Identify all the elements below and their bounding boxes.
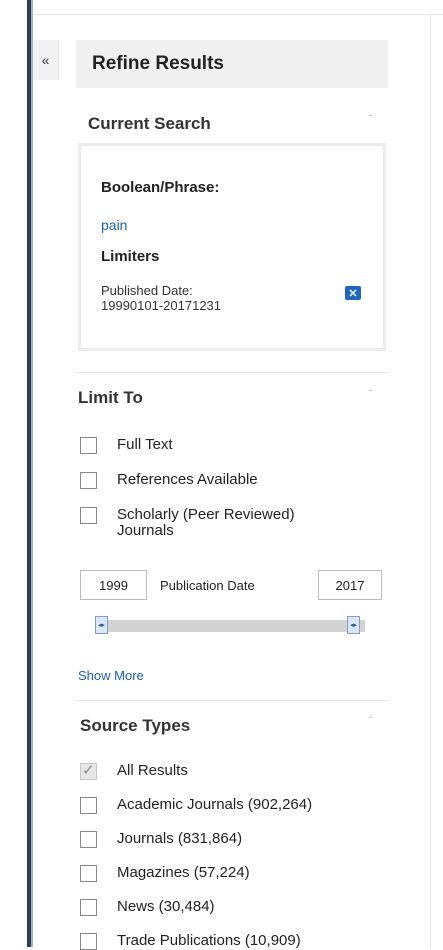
limit-references-available[interactable]: References Available bbox=[80, 472, 258, 489]
checkbox-label: All Results bbox=[117, 762, 188, 779]
top-divider bbox=[33, 14, 443, 15]
limit-to-title[interactable]: Limit To bbox=[78, 388, 143, 408]
checkbox[interactable] bbox=[80, 831, 97, 848]
limiter-published-date: Published Date: 19990101-20171231 bbox=[101, 283, 301, 313]
slider-handle-start[interactable]: ◂▸ bbox=[95, 616, 108, 634]
checkmark-icon: ✓ bbox=[82, 762, 95, 779]
checkbox-label-line2: Journals bbox=[117, 522, 174, 539]
source-type-all-results[interactable]: ✓ All Results bbox=[80, 762, 188, 780]
checkbox[interactable] bbox=[80, 472, 97, 489]
limiters-label: Limiters bbox=[101, 248, 160, 265]
show-more-link[interactable]: Show More bbox=[78, 668, 144, 683]
source-type-academic-journals[interactable]: Academic Journals (902,264) bbox=[80, 797, 312, 814]
checkbox-label: News (30,484) bbox=[117, 898, 215, 915]
checkbox[interactable] bbox=[80, 507, 97, 524]
checkbox-label: References Available bbox=[117, 471, 258, 488]
limit-full-text[interactable]: Full Text bbox=[80, 437, 173, 454]
chevron-down-icon[interactable]: ˇ bbox=[369, 716, 372, 727]
publication-date-to-input[interactable]: 2017 bbox=[318, 570, 382, 600]
double-chevron-left-icon: « bbox=[41, 52, 50, 68]
refine-results-header: Refine Results bbox=[76, 40, 388, 88]
checkbox[interactable] bbox=[80, 437, 97, 454]
date-range-slider-track[interactable] bbox=[97, 620, 365, 632]
source-type-trade-publications[interactable]: Trade Publications (10,909) bbox=[80, 933, 301, 950]
checkbox[interactable] bbox=[80, 865, 97, 882]
section-divider bbox=[76, 700, 388, 701]
limit-scholarly-journals[interactable]: Scholarly (Peer Reviewed) Journals bbox=[80, 507, 295, 539]
left-panel-border-highlight bbox=[31, 0, 33, 947]
publication-date-label: Publication Date bbox=[160, 578, 255, 593]
limiter-name: Published Date: bbox=[101, 283, 193, 298]
left-margin bbox=[0, 0, 27, 947]
remove-limiter-close-icon[interactable]: ✕ bbox=[345, 286, 361, 300]
current-search-panel: Boolean/Phrase: pain Limiters Published … bbox=[78, 143, 386, 351]
checkbox-label: Scholarly (Peer Reviewed) Journals bbox=[117, 507, 295, 539]
current-search-title[interactable]: Current Search bbox=[88, 114, 211, 134]
checkbox-label: Magazines (57,224) bbox=[117, 864, 250, 881]
slider-handle-end[interactable]: ◂▸ bbox=[347, 616, 360, 634]
date-to-value: 2017 bbox=[335, 577, 365, 593]
boolean-phrase-label: Boolean/Phrase: bbox=[101, 179, 220, 196]
publication-date-from-input[interactable]: 1999 bbox=[80, 570, 147, 600]
source-type-magazines[interactable]: Magazines (57,224) bbox=[80, 865, 250, 882]
chevron-down-icon[interactable]: ˇ bbox=[369, 114, 372, 125]
section-divider bbox=[76, 372, 388, 373]
page-title: Refine Results bbox=[92, 53, 224, 74]
checkbox-label: Academic Journals (902,264) bbox=[117, 796, 313, 813]
date-from-value: 1999 bbox=[99, 577, 128, 593]
checkbox-label: Full Text bbox=[117, 436, 173, 453]
checkbox-label: Journals (831,864) bbox=[117, 830, 243, 847]
source-types-title[interactable]: Source Types bbox=[80, 716, 190, 736]
checkbox[interactable] bbox=[80, 899, 97, 916]
right-divider bbox=[430, 14, 431, 947]
checkbox-label-line1: Scholarly (Peer Reviewed) bbox=[117, 506, 295, 523]
checkbox[interactable] bbox=[80, 797, 97, 814]
checkbox[interactable] bbox=[80, 933, 97, 950]
chevron-down-icon[interactable]: ˇ bbox=[369, 389, 372, 400]
source-type-journals[interactable]: Journals (831,864) bbox=[80, 831, 242, 848]
collapse-sidebar-button[interactable]: « bbox=[33, 40, 59, 80]
source-type-news[interactable]: News (30,484) bbox=[80, 899, 215, 916]
limiter-value: 19990101-20171231 bbox=[101, 298, 222, 313]
checkbox-checked[interactable]: ✓ bbox=[80, 762, 97, 780]
search-term-link[interactable]: pain bbox=[101, 217, 127, 233]
